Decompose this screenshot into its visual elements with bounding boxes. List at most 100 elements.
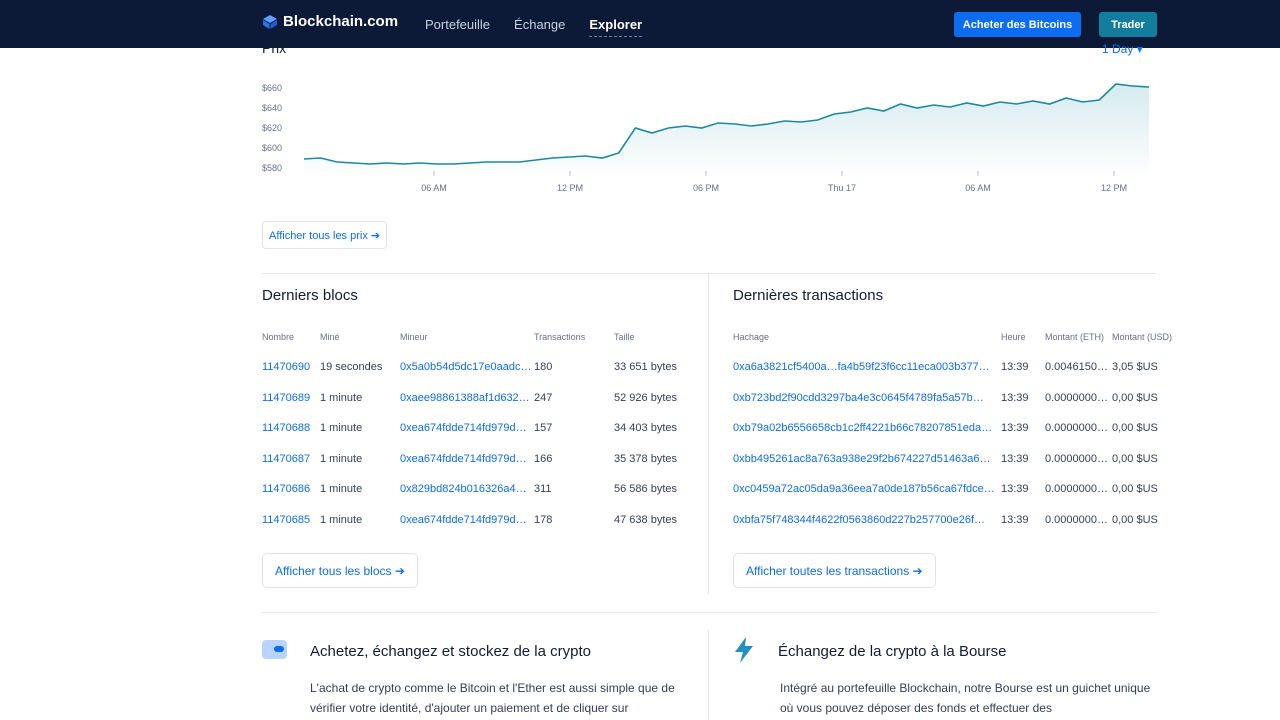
divider — [262, 612, 1156, 613]
block-size: 56 586 bytes — [614, 483, 677, 495]
block-size: 47 638 bytes — [614, 513, 677, 526]
block-number-link[interactable]: 11470687 — [262, 453, 318, 465]
x-tick-label: 06 AM — [965, 183, 991, 193]
block-size: 34 403 bytes — [614, 422, 677, 434]
top-navigation-bar: Blockchain.com Portefeuille Échange Expl… — [0, 0, 1280, 48]
block-mined-time: 19 secondes — [320, 361, 383, 373]
column-divider — [708, 630, 709, 720]
column-header-number: Nombre — [262, 332, 295, 342]
lightning-bolt-icon — [735, 637, 753, 663]
x-tick-label: Thu 17 — [828, 183, 856, 193]
block-number-link[interactable]: 11470685 — [262, 514, 318, 526]
tx-time: 13:39 — [1001, 361, 1029, 373]
block-number-link[interactable]: 11470689 — [262, 392, 318, 404]
tx-amount-usd: 0,00 $US — [1112, 391, 1158, 404]
tx-hash-link[interactable]: 0xbb495261ac8a763a938e29f2b674227d51463a… — [733, 453, 999, 465]
brand-logo[interactable]: Blockchain.com — [262, 13, 398, 30]
block-number-link[interactable]: 11470688 — [262, 422, 318, 434]
block-size: 33 651 bytes — [614, 361, 677, 373]
block-miner-link[interactable]: 0x5a0b54d5dc17e0aadc… — [400, 361, 532, 373]
tx-time: 13:39 — [1001, 391, 1029, 404]
y-tick-label: $600 — [262, 143, 282, 153]
block-mined-time: 1 minute — [320, 391, 363, 404]
nav-explorer[interactable]: Explorer — [589, 17, 642, 37]
column-header-transactions: Transactions — [534, 332, 586, 342]
y-tick-label: $620 — [262, 123, 282, 133]
block-tx-count: 311 — [534, 483, 552, 495]
tx-amount-usd: 0,00 $US — [1112, 422, 1158, 434]
block-tx-count: 166 — [534, 452, 553, 465]
x-tick-label: 06 AM — [421, 183, 447, 193]
column-header-hash: Hachage — [733, 332, 770, 342]
trade-button[interactable]: Trader — [1099, 12, 1157, 37]
tx-amount-usd: 3,05 $US — [1112, 361, 1158, 373]
tx-time: 13:39 — [1001, 422, 1029, 434]
tx-amount-eth: 0.0000000… — [1045, 513, 1108, 526]
x-tick-label: 12 PM — [557, 183, 583, 193]
block-miner-link[interactable]: 0xea674fdde714fd979d… — [400, 422, 532, 434]
column-header-time: Heure — [1001, 332, 1026, 342]
tx-time: 13:39 — [1001, 483, 1029, 495]
promo-buy-title: Achetez, échangez et stockez de la crypt… — [310, 643, 591, 660]
latest-transactions-title: Dernières transactions — [733, 287, 884, 304]
brand-name: Blockchain.com — [283, 13, 399, 30]
column-header-miner: Mineur — [400, 332, 428, 342]
column-header-amount-usd: Montant (USD) — [1112, 332, 1173, 342]
block-mined-time: 1 minute — [320, 513, 363, 526]
tx-time: 13:39 — [1001, 513, 1029, 526]
block-miner-link[interactable]: 0xea674fdde714fd979d… — [400, 514, 532, 526]
block-miner-link[interactable]: 0xaee98861388af1d632… — [400, 392, 532, 404]
time-range-dropdown[interactable]: 1 Day ▾ — [1102, 42, 1143, 56]
tx-amount-eth: 0.0000000… — [1045, 483, 1108, 495]
block-tx-count: 247 — [534, 391, 553, 404]
column-divider — [708, 274, 709, 594]
nav-exchange[interactable]: Échange — [514, 17, 565, 32]
column-header-amount-eth: Montant (ETH) — [1045, 332, 1105, 342]
tx-amount-eth: 0.0000000… — [1045, 422, 1108, 434]
promo-exchange-title: Échangez de la crypto à la Bourse — [778, 643, 1007, 660]
x-tick-label: 12 PM — [1101, 183, 1127, 193]
x-tick-label: 06 PM — [693, 183, 719, 193]
block-miner-link[interactable]: 0x829bd824b016326a4… — [400, 483, 532, 495]
block-number-link[interactable]: 11470686 — [262, 483, 318, 495]
tx-hash-link[interactable]: 0xb79a02b6556658cb1c2ff4221b66c78207851e… — [733, 422, 999, 434]
tx-amount-eth: 0.0046150… — [1045, 361, 1108, 373]
block-miner-link[interactable]: 0xea674fdde714fd979d… — [400, 453, 532, 465]
tx-hash-link[interactable]: 0xb723bd2f90cdd3297ba4e3c0645f4789fa5a57… — [733, 392, 999, 404]
main-nav: Portefeuille Échange Explorer — [425, 0, 666, 48]
block-mined-time: 1 minute — [320, 483, 363, 495]
price-chart-svg: $580 $600 $620 $640 $660 06 AM 12 PM 06 PM Thu 1… — [262, 83, 1150, 193]
latest-blocks-title: Derniers blocs — [262, 287, 358, 304]
y-tick-label: $660 — [262, 83, 282, 93]
block-tx-count: 157 — [534, 422, 553, 434]
block-size: 52 926 bytes — [614, 391, 677, 404]
price-chart: $580 $600 $620 $640 $660 06 AM 12 PM 06 PM Thu 1… — [262, 78, 1162, 198]
block-tx-count: 178 — [534, 513, 553, 526]
tx-amount-usd: 0,00 $US — [1112, 452, 1158, 465]
price-section-title: Prix — [262, 40, 287, 56]
block-mined-time: 1 minute — [320, 452, 363, 465]
y-tick-label: $580 — [262, 163, 282, 173]
tx-amount-eth: 0.0000000… — [1045, 452, 1108, 465]
time-range-value: 1 Day — [1102, 42, 1134, 56]
divider — [262, 273, 1156, 274]
block-mined-time: 1 minute — [320, 422, 363, 434]
column-header-size: Taille — [614, 332, 635, 342]
wallet-icon — [262, 640, 287, 659]
block-number-link[interactable]: 11470690 — [262, 361, 318, 373]
view-all-prices-button[interactable]: Afficher tous les prix ➔ — [262, 221, 388, 249]
promo-exchange-text: Intégré au portefeuille Blockchain, notr… — [780, 681, 1151, 715]
tx-amount-usd: 0,00 $US — [1112, 483, 1158, 495]
block-tx-count: 180 — [534, 361, 553, 373]
nav-wallet[interactable]: Portefeuille — [425, 17, 490, 32]
column-header-mined: Miné — [320, 332, 340, 342]
promo-buy-text: L'achat de crypto comme le Bitcoin et l'… — [310, 681, 675, 715]
view-all-blocks-button[interactable]: Afficher tous les blocs ➔ — [262, 553, 418, 588]
buy-bitcoin-button[interactable]: Acheter des Bitcoins — [954, 12, 1081, 37]
tx-time: 13:39 — [1001, 452, 1029, 465]
tx-hash-link[interactable]: 0xbfa75f748344f4622f0563860d227b257700e2… — [733, 514, 999, 526]
tx-hash-link[interactable]: 0xc0459a72ac05da9a36eea7a0de187b56ca67fd… — [733, 483, 999, 495]
block-size: 35 378 bytes — [614, 452, 677, 465]
view-all-transactions-button[interactable]: Afficher toutes les transactions ➔ — [733, 553, 936, 588]
tx-hash-link[interactable]: 0xa6a3821cf5400a…fa4b59f23f6cc11eca003b3… — [733, 361, 999, 373]
